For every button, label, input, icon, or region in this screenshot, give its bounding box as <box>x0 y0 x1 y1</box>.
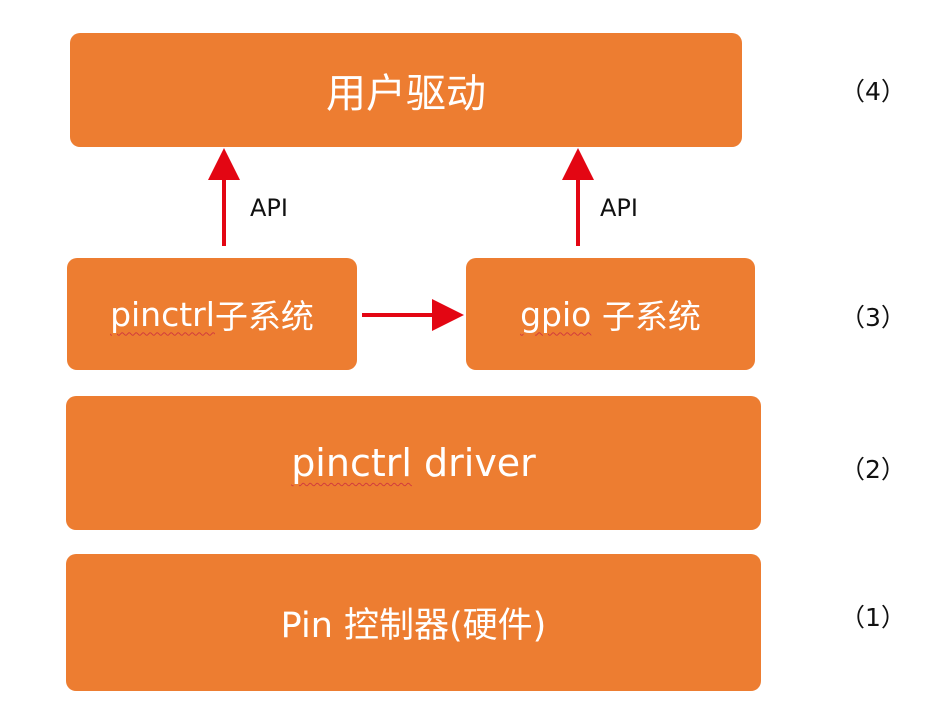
arrows-layer <box>208 148 594 331</box>
level-3-label: （3） <box>840 303 906 332</box>
level-2-label: （2） <box>840 455 906 484</box>
level-4-label: （4） <box>840 77 906 106</box>
api-label-right: API <box>600 194 638 222</box>
level-1-label: （1） <box>840 603 906 632</box>
api-label-left: API <box>250 194 288 222</box>
